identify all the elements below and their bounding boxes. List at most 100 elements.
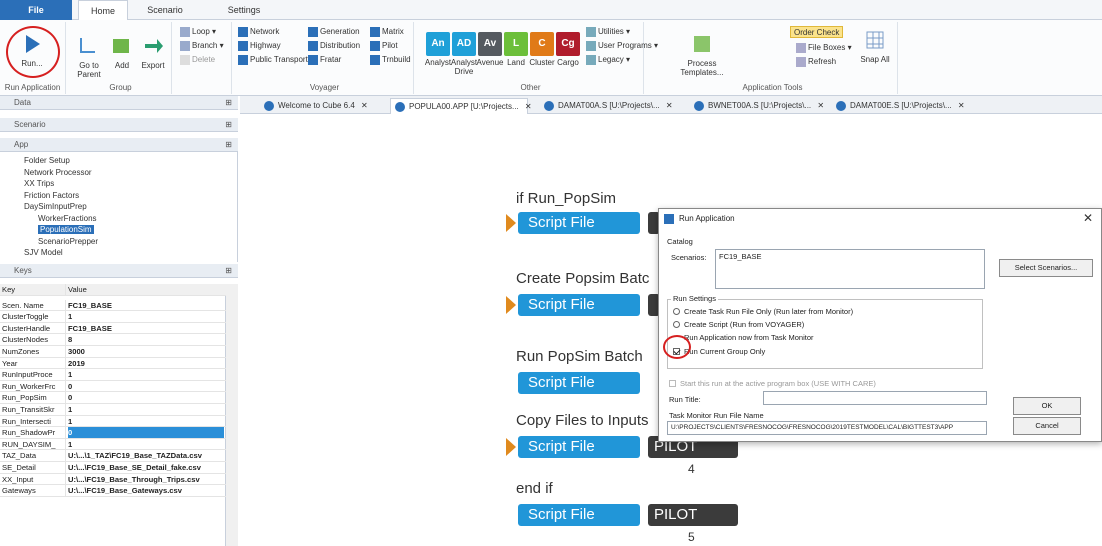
- value-cell[interactable]: FC19_BASE: [68, 300, 224, 311]
- tab-home[interactable]: Home: [78, 0, 128, 21]
- tree-node[interactable]: Network Processor: [24, 168, 92, 177]
- close-icon[interactable]: ✕: [1083, 211, 1093, 225]
- option-create-script[interactable]: Create Script (Run from VOYAGER): [673, 320, 804, 329]
- value-cell[interactable]: U:\...\FC19_Base_Through_Trips.csv: [68, 474, 224, 485]
- go-to-parent-button[interactable]: Go to Parent: [72, 34, 106, 79]
- value-cell[interactable]: 1: [68, 369, 224, 380]
- legacy-button[interactable]: Legacy ▾: [586, 54, 630, 66]
- table-row[interactable]: Run_TransitSkr 1: [0, 404, 226, 416]
- public-transport-button[interactable]: Public Transport: [238, 54, 308, 66]
- document-tab[interactable]: DAMAT00E.S [U:\Projects\... ✕: [832, 98, 970, 114]
- export-button[interactable]: Export: [138, 34, 168, 70]
- table-row[interactable]: Run_ShadowPr 0: [0, 427, 226, 439]
- table-row[interactable]: ClusterToggle 1: [0, 311, 226, 323]
- file-boxes-button[interactable]: File Boxes ▾: [796, 42, 852, 54]
- scenario-panel-header[interactable]: Scenario ⊞: [0, 118, 238, 132]
- tile-cargo-icon[interactable]: Cg: [556, 32, 580, 56]
- pilot-button[interactable]: Pilot: [370, 40, 398, 52]
- pin-icon[interactable]: ⊞: [225, 264, 232, 278]
- tree-node[interactable]: WorkerFractions: [38, 214, 97, 223]
- cancel-button[interactable]: Cancel: [1013, 417, 1081, 435]
- script-file-button[interactable]: Script File: [518, 372, 640, 394]
- fratar-button[interactable]: Fratar: [308, 54, 341, 66]
- app-panel-header[interactable]: App ⊞: [0, 138, 238, 152]
- tile-cluster-icon[interactable]: C: [530, 32, 554, 56]
- document-tab[interactable]: Welcome to Cube 6.4 ✕: [260, 98, 398, 114]
- tile-analyst-drive-icon[interactable]: AD: [452, 32, 476, 56]
- start-active-checkbox[interactable]: Start this run at the active program box…: [669, 379, 876, 388]
- close-icon[interactable]: ✕: [359, 101, 368, 110]
- highway-button[interactable]: Highway: [238, 40, 281, 52]
- table-row[interactable]: Scen. Name FC19_BASE: [0, 299, 226, 312]
- value-cell[interactable]: FC19_BASE: [68, 323, 224, 334]
- tile-avenue-icon[interactable]: Av: [478, 32, 502, 56]
- tree-node[interactable]: PopulationSim: [38, 225, 94, 234]
- value-cell[interactable]: 1: [68, 404, 224, 415]
- table-row[interactable]: TAZ_Data U:\...\1_TAZ\FC19_Base_TAZData.c…: [0, 450, 226, 462]
- table-row[interactable]: ClusterNodes 8: [0, 334, 226, 346]
- data-panel-header[interactable]: Data ⊞: [0, 96, 238, 110]
- close-icon[interactable]: ✕: [956, 101, 965, 110]
- close-icon[interactable]: ✕: [664, 101, 673, 110]
- table-row[interactable]: NumZones 3000: [0, 346, 226, 358]
- table-row[interactable]: Year 2019: [0, 357, 226, 370]
- scenarios-list[interactable]: FC19_BASE: [715, 249, 985, 289]
- refresh-button[interactable]: Refresh: [796, 56, 836, 68]
- table-row[interactable]: RunInputProce 1: [0, 369, 226, 381]
- value-cell[interactable]: 2019: [68, 358, 224, 369]
- close-icon[interactable]: ✕: [523, 102, 532, 111]
- value-cell[interactable]: 1: [68, 311, 224, 322]
- loop-button[interactable]: Loop ▾: [180, 26, 216, 38]
- branch-button[interactable]: Branch ▾: [180, 40, 224, 52]
- table-row[interactable]: Run_WorkerFrc 0: [0, 380, 226, 393]
- tree-node[interactable]: Friction Factors: [24, 191, 79, 200]
- table-row[interactable]: RUN_DAYSIM_ 1: [0, 438, 226, 451]
- generation-button[interactable]: Generation: [308, 26, 360, 38]
- pilot-box[interactable]: PILOT: [648, 504, 738, 526]
- keys-panel-header[interactable]: Keys ⊞: [0, 264, 238, 278]
- distribution-button[interactable]: Distribution: [308, 40, 360, 52]
- value-cell[interactable]: 0: [68, 381, 224, 392]
- run-title-input[interactable]: [763, 391, 987, 405]
- value-cell[interactable]: U:\...\FC19_Base_SE_Detail_fake.csv: [68, 462, 224, 473]
- order-check-button[interactable]: Order Check: [790, 26, 844, 38]
- value-cell[interactable]: U:\...\FC19_Base_Gateways.csv: [68, 485, 224, 496]
- value-cell[interactable]: 8: [68, 334, 224, 345]
- tile-analyst-icon[interactable]: An: [426, 32, 450, 56]
- network-button[interactable]: Network: [238, 26, 279, 38]
- delete-button[interactable]: Delete: [180, 54, 215, 66]
- value-cell[interactable]: 3000: [68, 346, 224, 357]
- tab-file[interactable]: File: [0, 0, 72, 20]
- value-cell[interactable]: 1: [68, 439, 224, 450]
- tree-node[interactable]: DaySimInputPrep: [24, 202, 87, 211]
- script-file-button[interactable]: Script File: [518, 436, 640, 458]
- tree-node[interactable]: Folder Setup: [24, 156, 70, 165]
- process-templates-button[interactable]: Process Templates...: [674, 32, 730, 77]
- script-file-button[interactable]: Script File: [518, 294, 640, 316]
- pin-icon[interactable]: ⊞: [225, 96, 232, 110]
- pin-icon[interactable]: ⊞: [225, 118, 232, 132]
- snap-all-button[interactable]: Snap All: [858, 28, 892, 64]
- table-row[interactable]: Run_Intersecti 1: [0, 415, 226, 428]
- close-icon[interactable]: ✕: [815, 101, 824, 110]
- tree-node[interactable]: SJV Model: [24, 248, 63, 257]
- table-row[interactable]: SE_Detail U:\...\FC19_Base_SE_Detail_fake…: [0, 462, 226, 474]
- table-row[interactable]: Run_PopSim 0: [0, 392, 226, 404]
- select-scenarios-button[interactable]: Select Scenarios...: [999, 259, 1093, 277]
- table-row[interactable]: Gateways U:\...\FC19_Base_Gateways.csv: [0, 485, 226, 497]
- utilities-button[interactable]: Utilities ▾: [586, 26, 630, 38]
- script-file-button[interactable]: Script File: [518, 504, 640, 526]
- document-tab[interactable]: BWNET00A.S [U:\Projects\... ✕: [690, 98, 828, 114]
- document-tab[interactable]: POPULA00.APP [U:\Projects... ✕: [390, 98, 532, 114]
- value-cell[interactable]: 0: [68, 392, 224, 403]
- trnbuild-button[interactable]: Trnbuild: [370, 54, 411, 66]
- matrix-button[interactable]: Matrix: [370, 26, 404, 38]
- script-file-button[interactable]: Script File: [518, 212, 640, 234]
- value-cell[interactable]: U:\...\1_TAZ\FC19_Base_TAZData.csv: [68, 450, 224, 461]
- option-run-now[interactable]: Run Application now from Task Monitor: [673, 333, 814, 342]
- table-row[interactable]: ClusterHandle FC19_BASE: [0, 322, 226, 335]
- table-row[interactable]: XX_Input U:\...\FC19_Base_Through_Trips.c…: [0, 473, 226, 486]
- tree-node[interactable]: ScenarioPrepper: [38, 237, 98, 246]
- ok-button[interactable]: OK: [1013, 397, 1081, 415]
- document-tab[interactable]: DAMAT00A.S [U:\Projects\... ✕: [540, 98, 678, 114]
